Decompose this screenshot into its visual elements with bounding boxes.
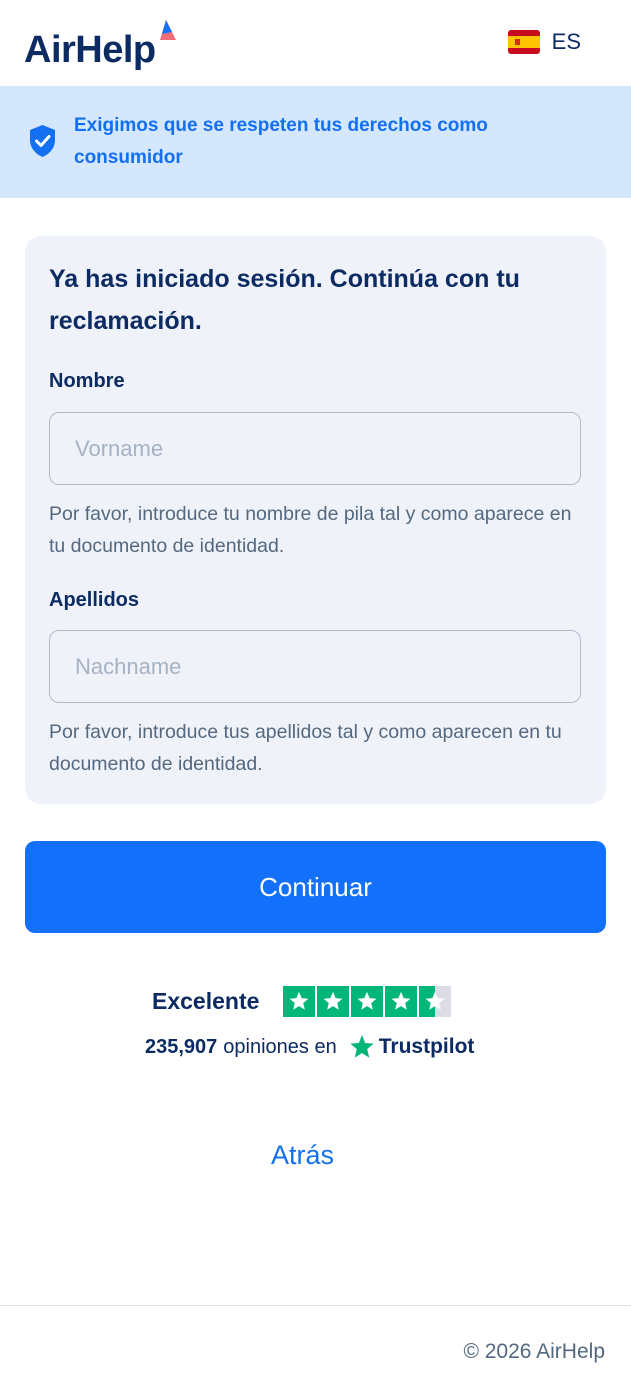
trustpilot-rating-label: Excelente bbox=[152, 987, 260, 1014]
page: AirHelp ES Exigimos que se respeten tus … bbox=[0, 0, 631, 1400]
header: AirHelp ES bbox=[0, 0, 631, 86]
half-star-icon bbox=[419, 985, 452, 1017]
trustpilot-star-icon bbox=[350, 1035, 374, 1058]
star-icon bbox=[317, 985, 350, 1017]
language-selector[interactable]: ES bbox=[507, 28, 581, 56]
language-code: ES bbox=[551, 29, 581, 54]
star-icon bbox=[385, 985, 418, 1017]
last-name-input[interactable] bbox=[49, 630, 581, 703]
banner-text: Exigimos que se respeten tus derechos co… bbox=[74, 115, 488, 168]
form-title: Ya has iniciado sesión. Continúa con tu … bbox=[49, 265, 520, 335]
last-name-label: Apellidos bbox=[49, 589, 140, 611]
footer-copyright: © 2026 AirHelp bbox=[463, 1340, 605, 1363]
footer-divider bbox=[0, 1305, 631, 1306]
first-name-input[interactable] bbox=[49, 412, 581, 485]
continue-button[interactable]: Continuar bbox=[25, 841, 606, 933]
trustpilot-reviews[interactable]: 235,907 opiniones en Trustpilot bbox=[145, 1032, 474, 1062]
logo-text: AirHelp bbox=[24, 29, 156, 71]
trustpilot-stars bbox=[283, 985, 452, 1017]
first-name-label: Nombre bbox=[49, 370, 125, 392]
spain-flag-icon bbox=[507, 30, 540, 54]
airhelp-logo[interactable]: AirHelp bbox=[24, 18, 184, 74]
last-name-help: Por favor, introduce tus apellidos tal y… bbox=[49, 721, 562, 775]
review-count: 235,907 bbox=[145, 1035, 218, 1058]
logo-mark-icon bbox=[160, 20, 176, 40]
first-name-help: Por favor, introduce tu nombre de pila t… bbox=[49, 503, 572, 557]
consumer-rights-banner: Exigimos que se respeten tus derechos co… bbox=[0, 86, 631, 198]
reviews-text: opiniones en bbox=[223, 1035, 337, 1058]
star-icon bbox=[351, 985, 384, 1017]
shield-check-icon bbox=[30, 125, 55, 157]
claim-form-card: Ya has iniciado sesión. Continúa con tu … bbox=[25, 236, 606, 804]
trustpilot-rating: Excelente bbox=[152, 984, 452, 1018]
trustpilot-brand: Trustpilot bbox=[378, 1035, 475, 1058]
back-link[interactable]: Atrás bbox=[0, 1140, 605, 1171]
star-icon bbox=[283, 985, 316, 1017]
